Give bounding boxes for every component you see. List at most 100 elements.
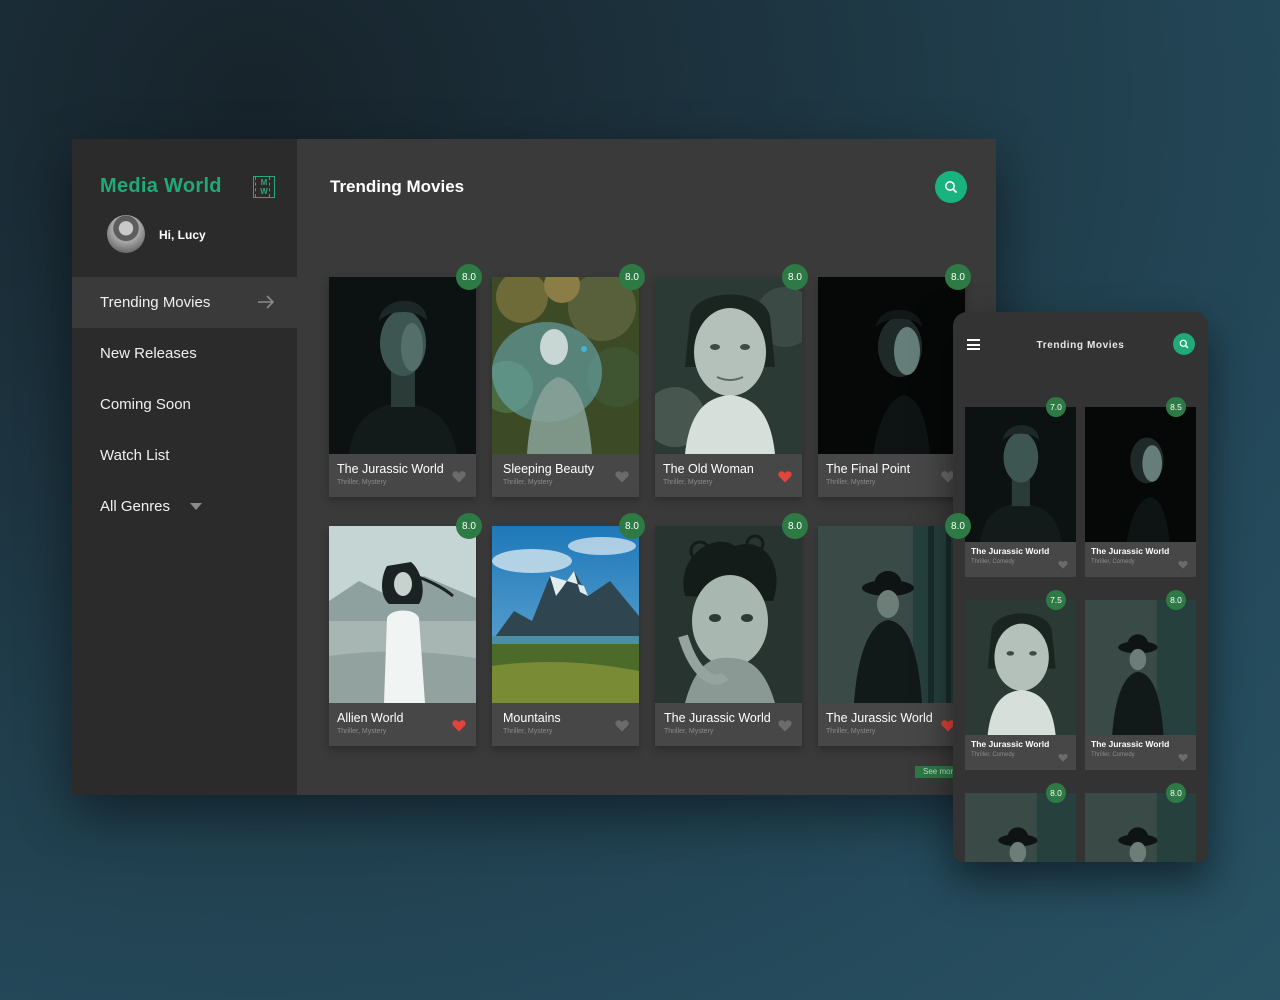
sidebar-item-label: Coming Soon — [100, 396, 191, 413]
logo-letter-m: M — [260, 178, 268, 187]
search-button[interactable] — [935, 171, 967, 203]
heart-icon[interactable] — [452, 470, 466, 483]
heart-icon[interactable] — [615, 470, 629, 483]
mobile-movie-card[interactable]: 7.0 The Jurassic World Thriller, Comedy — [965, 397, 1076, 577]
movie-title: The Jurassic World — [337, 462, 444, 476]
movie-card[interactable]: 8.0 Allien World Thriller, Mystery — [329, 513, 482, 746]
movie-title: The Jurassic World — [664, 711, 771, 725]
rating-badge: 7.0 — [1046, 397, 1066, 417]
user-greeting: Hi, Lucy — [159, 228, 206, 242]
rating-badge: 8.0 — [1166, 783, 1186, 803]
movie-card[interactable]: 8.0 Sleeping Beauty Thriller, Mystery — [492, 264, 645, 497]
caret-down-icon — [190, 503, 203, 510]
rating-badge: 8.0 — [945, 264, 971, 290]
rating-badge: 8.0 — [1046, 783, 1066, 803]
sidebar-item-watch-list[interactable]: Watch List — [72, 430, 297, 481]
mobile-movie-card[interactable]: 8.0 — [1085, 783, 1196, 862]
movie-title: The Jurassic World — [971, 739, 1050, 749]
movie-title: The Jurassic World — [1091, 546, 1170, 556]
brand-name: Media World — [100, 175, 222, 197]
movie-poster — [965, 407, 1076, 542]
sidebar-nav: Trending Movies New Releases Coming Soon… — [72, 277, 297, 532]
movie-poster — [655, 526, 802, 703]
movie-title: Sleeping Beauty — [503, 462, 595, 476]
rating-badge: 8.0 — [619, 513, 645, 539]
movie-genre: Thriller, Mystery — [503, 479, 553, 486]
movie-poster — [492, 526, 639, 703]
movie-poster — [818, 277, 965, 454]
movie-genre: Thriller, Mystery — [826, 728, 876, 735]
movie-poster — [329, 277, 476, 454]
movie-poster — [655, 277, 802, 454]
sidebar-item-all-genres[interactable]: All Genres — [72, 481, 297, 532]
movie-title: The Old Woman — [663, 462, 754, 476]
logo-letter-w: W — [260, 187, 268, 196]
page-title: Trending Movies — [330, 177, 465, 196]
sidebar-item-label: Watch List — [100, 447, 170, 464]
movie-poster — [818, 526, 965, 703]
movie-title: The Jurassic World — [1091, 739, 1170, 749]
movie-poster — [1085, 407, 1196, 542]
movie-card[interactable]: 8.0 The Jurassic World Thriller, Mystery — [818, 513, 971, 746]
mobile-movie-card[interactable]: 8.0 The Jurassic World Thriller, Comedy — [1085, 590, 1196, 770]
sidebar: Media World M W Hi, Lucy Trending Movies… — [72, 139, 297, 795]
movie-genre: Thriller, Mystery — [503, 728, 553, 735]
heart-icon[interactable] — [1058, 753, 1068, 762]
main-content: Trending Movies 8.0 The Jurassic World T… — [297, 139, 996, 795]
rating-badge: 8.0 — [945, 513, 971, 539]
movie-card[interactable]: 8.0 The Jurassic World Thriller, Mystery — [329, 264, 482, 497]
heart-icon[interactable] — [778, 470, 792, 483]
rating-badge: 8.0 — [782, 513, 808, 539]
movie-title: Allien World — [337, 711, 404, 725]
arrow-right-icon — [258, 295, 275, 309]
heart-icon[interactable] — [452, 719, 466, 732]
rating-badge: 8.5 — [1166, 397, 1186, 417]
sidebar-item-label: All Genres — [100, 498, 171, 515]
mobile-search-button[interactable] — [1173, 333, 1195, 355]
heart-icon[interactable] — [1178, 560, 1188, 569]
movie-genre: Thriller, Mystery — [337, 479, 387, 486]
movie-card[interactable]: 8.0 Mountains Thriller, Mystery — [492, 513, 645, 746]
rating-badge: 8.0 — [782, 264, 808, 290]
sidebar-item-trending-movies[interactable]: Trending Movies — [72, 277, 297, 328]
sidebar-item-label: Trending Movies — [100, 294, 211, 311]
movie-poster — [1085, 600, 1196, 735]
movie-genre: Thriller, Mystery — [337, 728, 387, 735]
avatar[interactable] — [107, 215, 145, 253]
brand-logo: M W — [253, 176, 275, 198]
sidebar-item-coming-soon[interactable]: Coming Soon — [72, 379, 297, 430]
mobile-page-title: Trending Movies — [1036, 340, 1125, 351]
movie-card[interactable]: 8.0 The Jurassic World Thriller, Mystery — [655, 513, 808, 746]
sidebar-item-new-releases[interactable]: New Releases — [72, 328, 297, 379]
movie-genre: Thriller, Comedy — [1091, 559, 1135, 565]
search-icon — [1179, 339, 1189, 349]
heart-icon[interactable] — [1058, 560, 1068, 569]
rating-badge: 8.0 — [619, 264, 645, 290]
movie-poster — [492, 277, 639, 454]
movie-poster — [965, 600, 1076, 735]
mobile-movie-card[interactable]: 8.0 — [965, 783, 1076, 862]
movie-title: The Jurassic World — [826, 711, 933, 725]
heart-icon[interactable] — [1178, 753, 1188, 762]
movie-genre: Thriller, Comedy — [971, 752, 1015, 758]
rating-badge: 7.5 — [1046, 590, 1066, 610]
mobile-movie-card[interactable]: 8.5 The Jurassic World Thriller, Comedy — [1085, 397, 1196, 577]
rating-badge: 8.0 — [1166, 590, 1186, 610]
rating-badge: 8.0 — [456, 264, 482, 290]
movie-genre: Thriller, Mystery — [664, 728, 714, 735]
movie-title: The Jurassic World — [971, 546, 1050, 556]
movie-poster — [329, 526, 476, 703]
heart-icon[interactable] — [778, 719, 792, 732]
mobile-device: Trending Movies 7.0 The Jurassic World T… — [953, 312, 1208, 862]
movie-genre: Thriller, Comedy — [971, 559, 1015, 565]
rating-badge: 8.0 — [456, 513, 482, 539]
movie-card[interactable]: 8.0 The Final Point Thriller, Mystery — [818, 264, 971, 497]
mobile-movie-card[interactable]: 7.5 The Jurassic World Thriller, Comedy — [965, 590, 1076, 770]
heart-icon[interactable] — [615, 719, 629, 732]
movie-genre: Thriller, Mystery — [826, 479, 876, 486]
movie-title: The Final Point — [826, 462, 911, 476]
movie-poster — [1085, 793, 1196, 862]
movie-title: Mountains — [503, 711, 561, 725]
movie-card[interactable]: 8.0 The Old Woman Thriller, Mystery — [655, 264, 808, 497]
movie-poster — [965, 793, 1076, 862]
